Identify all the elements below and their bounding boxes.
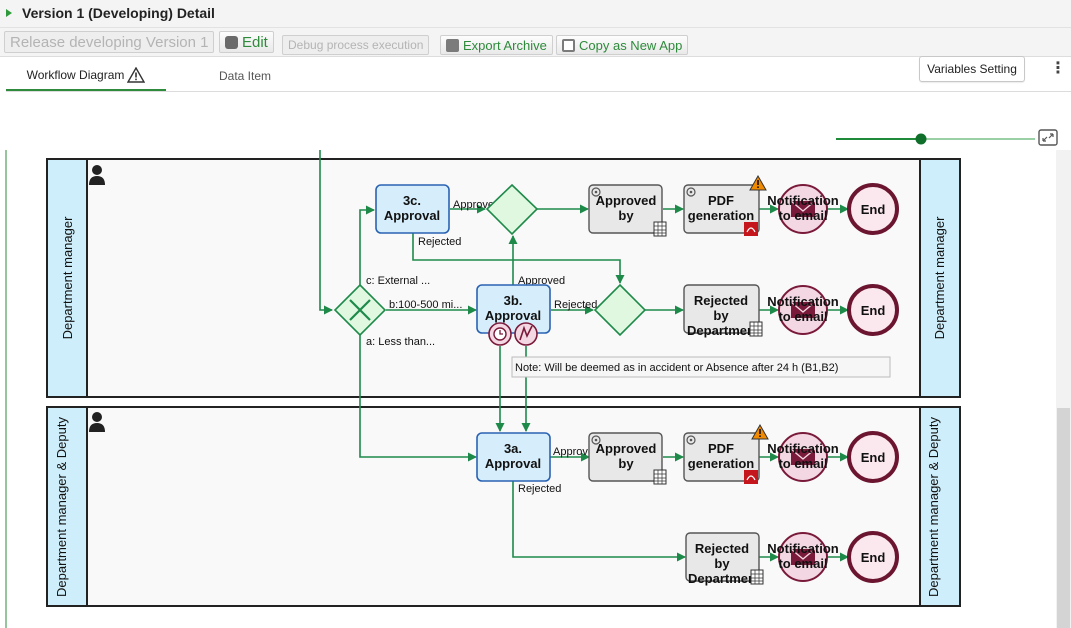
task-label-line: 3c. bbox=[403, 193, 421, 208]
table-icon bbox=[653, 221, 667, 237]
task-3c-approval[interactable]: 3c. Approval bbox=[375, 184, 450, 234]
flow-label-rejected: Rejected bbox=[518, 483, 561, 495]
task-pdf-generation[interactable]: PDF generation bbox=[683, 174, 767, 236]
release-button[interactable]: Release developing Version 1 bbox=[4, 31, 215, 53]
end-event[interactable]: End bbox=[847, 183, 899, 235]
page-title: Version 1 (Developing) Detail bbox=[22, 5, 215, 21]
task-label-line: Approval bbox=[485, 456, 541, 471]
copy-as-new-app-button[interactable]: Copy as New App bbox=[556, 35, 689, 55]
expand-triangle-icon[interactable] bbox=[6, 9, 12, 17]
task-rejected-by[interactable]: Rejected by Departmen bbox=[685, 532, 764, 586]
step-label-line: Rejected bbox=[695, 541, 749, 556]
step-label-line: Rejected bbox=[694, 293, 748, 308]
variables-setting-button[interactable]: Variables Setting bbox=[919, 56, 1025, 82]
release-button-label: Release developing Version 1 bbox=[10, 33, 209, 51]
workflow-canvas[interactable]: Department manager Department manager De… bbox=[0, 92, 1071, 628]
lane-label-right: Department manager bbox=[932, 216, 947, 340]
step-label-line: to email bbox=[778, 456, 827, 471]
step-label-line: Notification bbox=[767, 541, 839, 556]
task-label-line: Approval bbox=[485, 308, 541, 323]
task-label-line: 3b. bbox=[504, 293, 523, 308]
tab-data-item[interactable]: Data Item bbox=[185, 60, 305, 91]
tab-workflow-diagram-label: Workflow Diagram bbox=[26, 67, 125, 82]
task-3a-approval[interactable]: 3a. Approval bbox=[476, 432, 551, 482]
task-approved-by[interactable]: Approved by bbox=[588, 432, 667, 485]
tab-data-item-label: Data Item bbox=[218, 68, 272, 83]
lane-label-line: Department manager & Deputy bbox=[926, 417, 941, 597]
debug-button-label: Debug process execution bbox=[288, 38, 424, 52]
pdf-icon bbox=[744, 470, 758, 484]
task-rejected-by[interactable]: Rejected by Departmen bbox=[683, 284, 763, 338]
table-icon bbox=[750, 569, 764, 585]
variables-setting-label: Variables Setting bbox=[927, 62, 1017, 76]
pencil-icon bbox=[225, 35, 238, 49]
step-label-line: Departmen bbox=[688, 571, 756, 586]
task-pdf-generation[interactable]: PDF generation bbox=[683, 423, 769, 484]
end-label: End bbox=[861, 303, 886, 318]
step-label-line: to email bbox=[778, 556, 827, 571]
end-label: End bbox=[861, 450, 886, 465]
step-label-line: Approved bbox=[596, 193, 657, 208]
lane-label-line: Department manager & Deputy bbox=[54, 417, 69, 597]
task-label-line: 3a. bbox=[504, 441, 522, 456]
lane-label-right: Department manager & Deputy bbox=[926, 417, 941, 597]
end-event[interactable]: End bbox=[847, 284, 899, 336]
task-label-line: Approval bbox=[384, 208, 440, 223]
step-label-line: by bbox=[714, 556, 730, 571]
pdf-icon bbox=[744, 222, 758, 236]
zoom-slider-handle[interactable] bbox=[915, 133, 927, 145]
table-icon bbox=[749, 321, 763, 337]
timer-icon[interactable] bbox=[488, 322, 512, 346]
fit-screen-icon[interactable] bbox=[1038, 129, 1058, 146]
step-label-line: Notification bbox=[767, 193, 839, 208]
step-label-line: Approved bbox=[596, 441, 657, 456]
step-label-line: Notification bbox=[767, 294, 839, 309]
copy-icon bbox=[562, 38, 575, 52]
flow-label-branch-c: c: External ... bbox=[366, 275, 430, 287]
end-event[interactable]: End bbox=[847, 431, 899, 483]
edit-button[interactable]: Edit bbox=[219, 31, 274, 53]
step-label-line: to email bbox=[778, 309, 827, 324]
copy-as-new-app-label: Copy as New App bbox=[579, 37, 683, 53]
error-icon[interactable] bbox=[514, 322, 538, 346]
flow-label-branch-b: b:100-500 mi... bbox=[389, 299, 462, 311]
export-archive-button[interactable]: Export Archive bbox=[440, 35, 553, 55]
end-label: End bbox=[861, 202, 886, 217]
note-text: Note: Will be deemed as in accident or A… bbox=[515, 362, 838, 374]
step-label-line: by bbox=[618, 456, 634, 471]
lane-label-left: Department manager bbox=[60, 216, 75, 340]
flow-label-rejected: Rejected bbox=[554, 299, 597, 311]
step-label-line: Notification bbox=[767, 441, 839, 456]
debug-button[interactable]: Debug process execution bbox=[282, 35, 430, 55]
step-label-line: generation bbox=[688, 208, 755, 223]
edit-button-label: Edit bbox=[242, 33, 268, 51]
note-annotation: Note: Will be deemed as in accident or A… bbox=[511, 356, 891, 378]
flow-label-rejected: Rejected bbox=[418, 236, 461, 248]
zoom-slider[interactable] bbox=[836, 133, 1035, 145]
step-label-line: generation bbox=[688, 456, 755, 471]
step-label-line: Departmen bbox=[687, 323, 755, 338]
step-label-line: by bbox=[618, 208, 634, 223]
download-icon bbox=[446, 38, 459, 52]
step-label-line: PDF bbox=[708, 193, 734, 208]
end-label: End bbox=[861, 550, 886, 565]
lane-label-left: Department manager & Deputy bbox=[54, 417, 69, 597]
step-label-line: to email bbox=[778, 208, 827, 223]
flow-label-branch-a: a: Less than... bbox=[366, 336, 435, 348]
export-archive-label: Export Archive bbox=[463, 37, 547, 53]
end-event[interactable]: End bbox=[847, 531, 899, 583]
kebab-menu-icon[interactable]: ⋮ bbox=[1050, 60, 1066, 78]
step-label-line: PDF bbox=[708, 441, 734, 456]
step-label-line: by bbox=[713, 308, 729, 323]
tab-workflow-diagram[interactable]: Workflow Diagram bbox=[6, 60, 166, 91]
task-approved-by[interactable]: Approved by bbox=[588, 184, 667, 237]
warning-icon bbox=[127, 66, 146, 83]
table-icon bbox=[653, 469, 667, 485]
